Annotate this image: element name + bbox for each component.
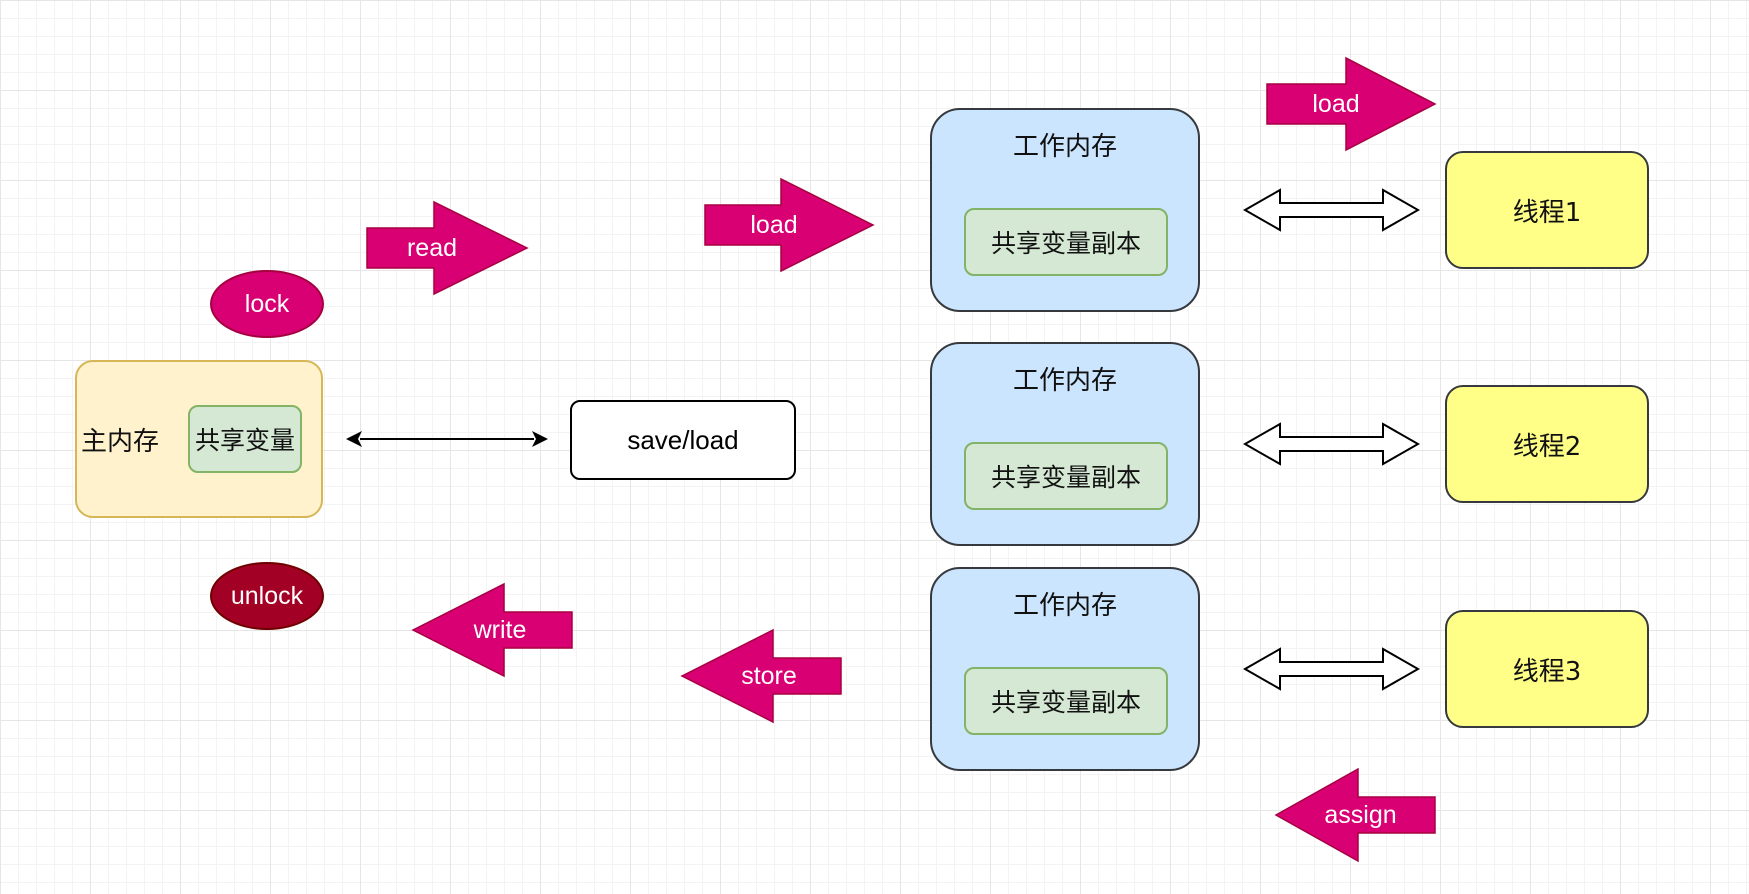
shared-variable-box: 共享变量 — [188, 405, 302, 473]
main-to-save-load-connector — [346, 431, 548, 447]
main-memory-label: 主内存 — [81, 426, 160, 457]
read-arrow: read — [366, 200, 529, 296]
write-arrow: write — [411, 582, 573, 678]
working-memory-title: 工作内存 — [1012, 366, 1117, 396]
load-arrow-top: load — [1266, 56, 1437, 152]
working-memory-box-3: 工作内存 共享变量副本 — [930, 567, 1200, 771]
shared-variable-copy-box: 共享变量副本 — [964, 208, 1168, 276]
thread-2-box: 线程2 — [1445, 385, 1649, 503]
working-memory-box-1: 工作内存 共享变量副本 — [930, 108, 1200, 312]
thread2-double-arrow — [1242, 422, 1421, 466]
working-memory-box-2: 工作内存 共享变量副本 — [930, 342, 1200, 546]
shared-variable-copy-box: 共享变量副本 — [964, 667, 1168, 735]
assign-label: assign — [1324, 800, 1397, 829]
load-label-top: load — [1312, 89, 1360, 118]
working-memory-title: 工作内存 — [1012, 132, 1117, 162]
assign-arrow: assign — [1274, 767, 1436, 863]
store-arrow: store — [680, 628, 842, 724]
unlock-ellipse: unlock — [210, 562, 324, 630]
shared-variable-copy-box: 共享变量副本 — [964, 442, 1168, 510]
store-label: store — [741, 661, 797, 690]
thread-3-box: 线程3 — [1445, 610, 1649, 728]
thread-1-box: 线程1 — [1445, 151, 1649, 269]
lock-ellipse: lock — [210, 270, 324, 338]
read-label: read — [406, 233, 458, 262]
thread1-double-arrow — [1242, 188, 1421, 232]
thread3-double-arrow — [1242, 647, 1421, 691]
save-load-box: save/load — [570, 400, 796, 480]
load-arrow-left: load — [704, 177, 875, 273]
working-memory-title: 工作内存 — [1012, 591, 1117, 621]
write-label: write — [473, 615, 527, 644]
load-label-left: load — [750, 210, 798, 239]
